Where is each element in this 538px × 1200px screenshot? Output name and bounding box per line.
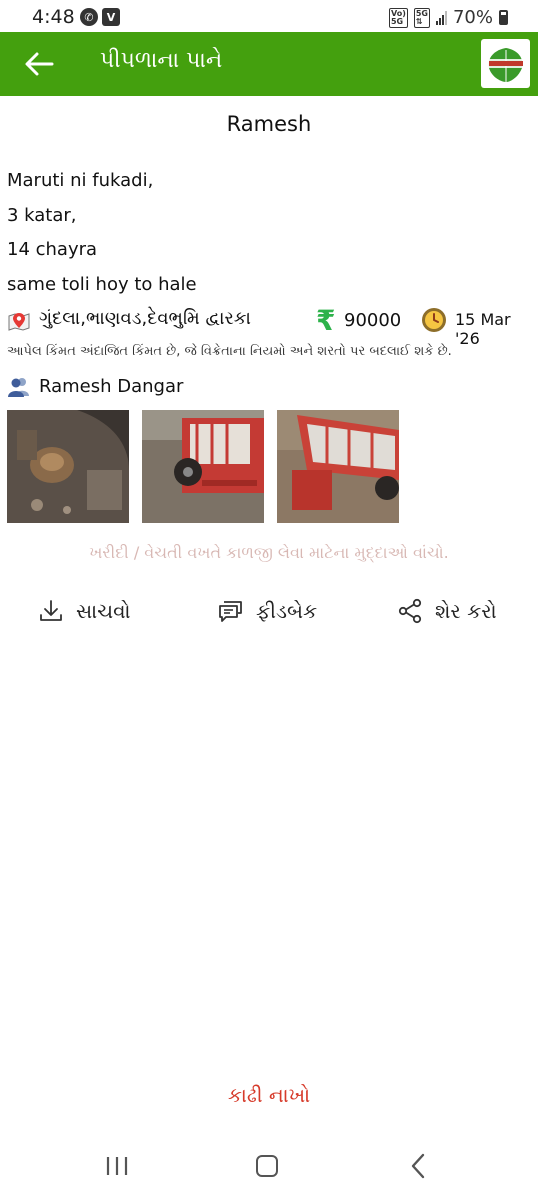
system-nav-bar	[0, 1140, 538, 1200]
description-line: same toli hoy to hale	[7, 273, 197, 295]
listing-description: Maruti ni fukadi, 3 katar, 14 chayra sam…	[7, 164, 527, 302]
back-icon[interactable]	[408, 1153, 428, 1179]
arrow-left-icon[interactable]	[24, 50, 54, 78]
whatsapp-icon: ✆	[80, 8, 98, 26]
users-icon	[8, 378, 29, 397]
seller-name: Ramesh Dangar	[39, 376, 184, 397]
image-gallery	[7, 410, 399, 523]
share-label: શેર કરો	[435, 599, 497, 623]
status-time: 4:48	[32, 6, 75, 28]
page-title: પીપળાના પાને	[100, 48, 223, 73]
machine-photo-1[interactable]	[7, 410, 129, 523]
safety-tips-link[interactable]: ખરીદી / વેચતી વખતે કાળજી લેવા માટેના મુદ…	[0, 543, 538, 563]
share-icon	[398, 598, 422, 624]
map-pin-icon	[8, 313, 30, 331]
home-icon[interactable]	[256, 1155, 278, 1177]
vpn-icon: V	[102, 8, 120, 26]
battery-icon	[499, 10, 508, 25]
download-icon	[40, 600, 62, 621]
clock-icon	[422, 308, 446, 332]
machine-photo-2[interactable]	[142, 410, 264, 523]
volte-icon: Vo) 5G	[388, 7, 408, 28]
save-label: સાચવો	[76, 599, 131, 623]
date-text: 15 Mar '26	[455, 310, 511, 348]
delete-listing-button[interactable]: કાઢી નાખો	[0, 1083, 538, 1107]
battery-percent: 70%	[452, 7, 493, 28]
info-row: ગુંદલા,ભાણવડ,દેવભુમિ દ્વારકા ₹ 90000 15 …	[7, 304, 535, 348]
save-button[interactable]: સાચવો	[38, 594, 131, 628]
share-button[interactable]: શેર કરો	[397, 594, 497, 628]
app-bar: પીપળાના પાને	[0, 32, 538, 96]
price-text: 90000	[344, 310, 402, 331]
feedback-label: ફીડબેક	[256, 599, 318, 623]
app-logo-icon	[481, 39, 530, 88]
recent-apps-icon[interactable]	[105, 1155, 129, 1177]
location-text: ગુંદલા,ભાણવડ,દેવભુમિ દ્વારકા	[39, 308, 251, 329]
signal-icon	[435, 10, 447, 25]
machine-photo-3[interactable]	[277, 410, 399, 523]
description-line: 14 chayra	[7, 239, 98, 260]
5g-icon: 5G ⇅	[413, 7, 430, 28]
feedback-button[interactable]: ફીડબેક	[218, 594, 317, 628]
description-line: 3 katar,	[7, 204, 77, 226]
price-disclaimer: આપેલ કિંમત અંદાજિત કિંમત છે, જે વિક્રેતા…	[7, 344, 452, 359]
listing-heading: Ramesh	[226, 112, 312, 136]
chat-icon	[219, 601, 242, 622]
status-bar: 4:48 ✆ V Vo) 5G 5G ⇅ 70%	[0, 0, 538, 34]
action-bar: સાચવો ફીડબેક શેર કરો	[0, 594, 538, 628]
rupee-icon: ₹	[316, 304, 336, 337]
description-line: Maruti ni fukadi,	[7, 170, 154, 191]
